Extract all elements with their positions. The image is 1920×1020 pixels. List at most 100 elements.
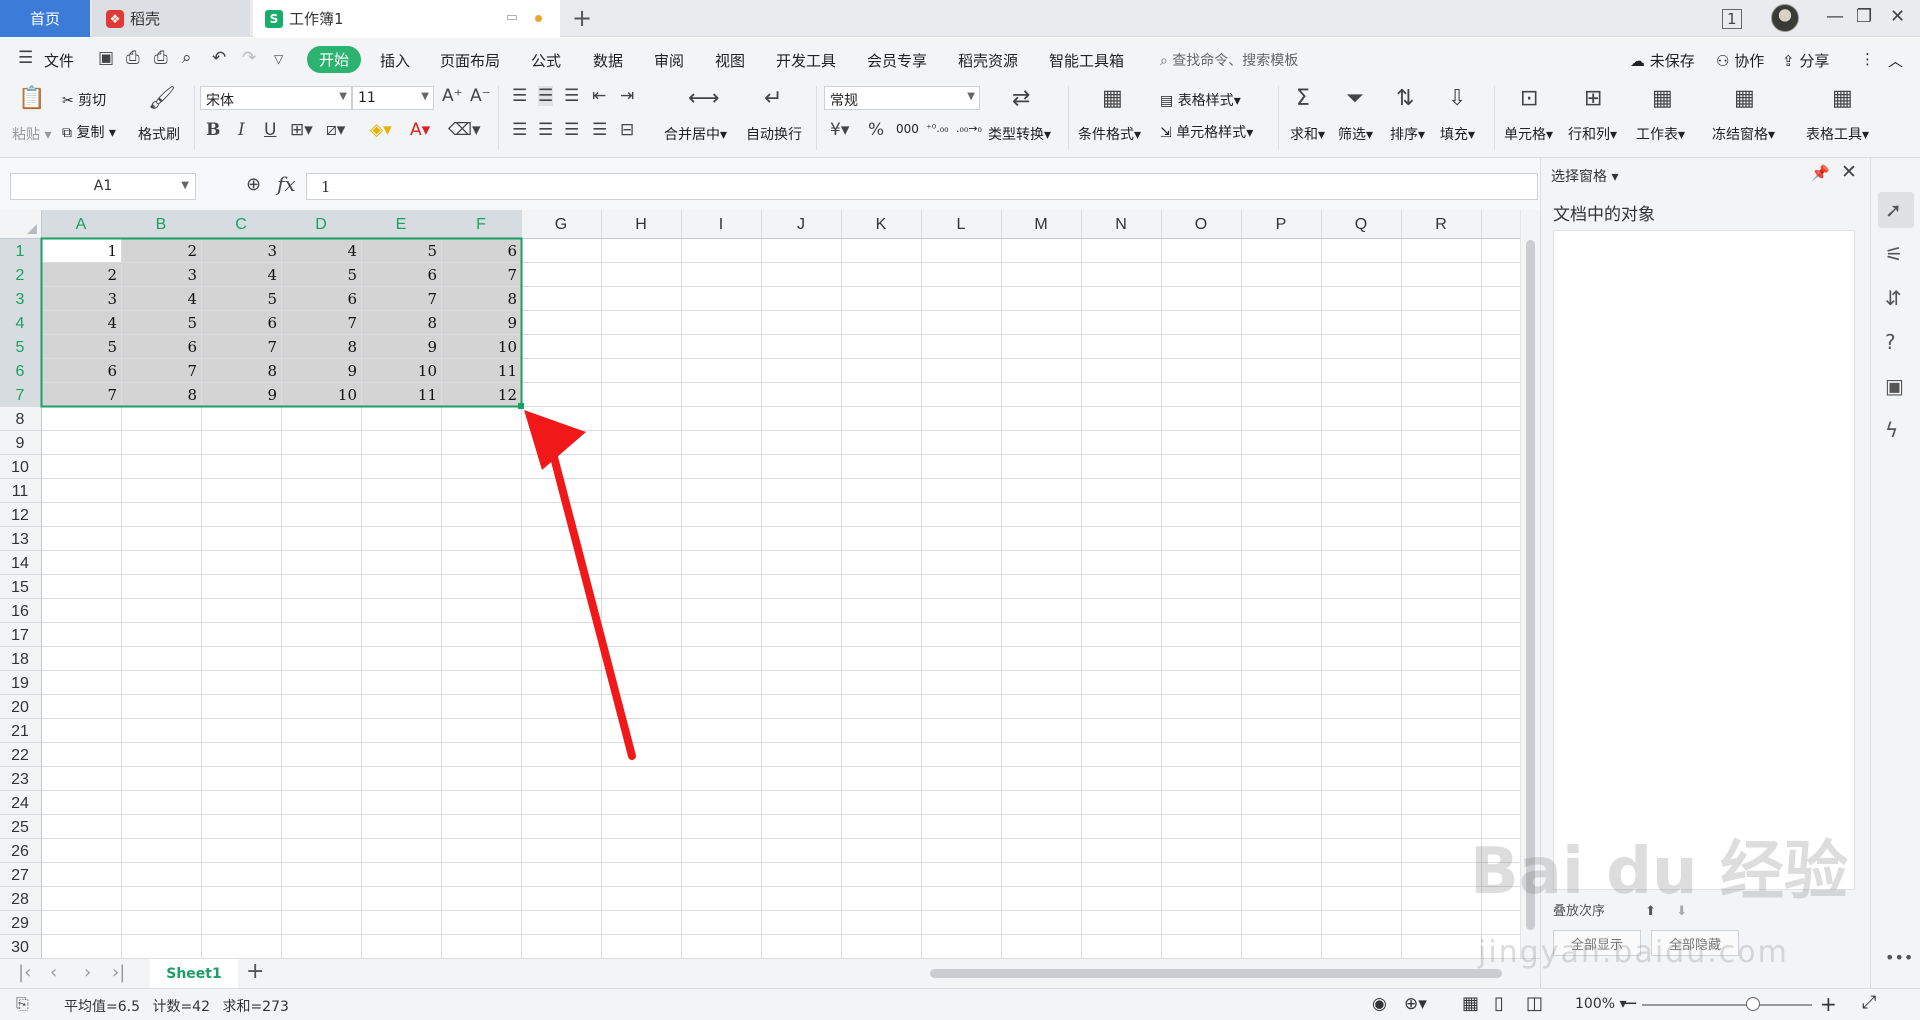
cell-F3[interactable]: 8 bbox=[507, 290, 517, 308]
first-sheet-icon[interactable]: |‹ bbox=[18, 962, 31, 983]
font-size-select[interactable]: 11 ▼ bbox=[352, 86, 434, 110]
last-sheet-icon[interactable]: ›| bbox=[112, 962, 125, 983]
paste-icon[interactable]: 📋 bbox=[18, 88, 45, 110]
column-header-Q[interactable]: Q bbox=[1355, 216, 1367, 233]
cell-F4[interactable]: 9 bbox=[507, 314, 517, 332]
cell-E2[interactable]: 6 bbox=[427, 266, 437, 284]
row-header-6[interactable]: 6 bbox=[16, 363, 25, 380]
share-button[interactable]: ⇪ 分享 bbox=[1782, 50, 1829, 71]
conditional-format-button[interactable]: 条件格式▾ bbox=[1078, 124, 1141, 144]
column-header-P[interactable]: P bbox=[1276, 216, 1287, 233]
menu-docer-resources[interactable]: 稻壳资源 bbox=[958, 50, 1018, 71]
type-convert-button[interactable]: 类型转换▾ bbox=[988, 124, 1051, 144]
column-header-C[interactable]: C bbox=[235, 216, 247, 233]
more-icon[interactable]: ⋮ bbox=[1860, 50, 1875, 68]
window-mode-icon[interactable]: 1 bbox=[1722, 9, 1742, 29]
quick-access-dropdown-icon[interactable]: ▽ bbox=[274, 52, 283, 66]
copy-button[interactable]: ⧉ 复制 ▾ bbox=[62, 122, 116, 142]
close-window-icon[interactable]: ✕ bbox=[1890, 6, 1905, 27]
column-header-M[interactable]: M bbox=[1034, 216, 1047, 233]
row-header-28[interactable]: 28 bbox=[11, 891, 29, 908]
row-header-18[interactable]: 18 bbox=[11, 651, 29, 668]
wrap-text-button[interactable]: 自动换行 bbox=[746, 124, 802, 144]
wrap-text-icon[interactable]: ↵ bbox=[764, 88, 782, 110]
zoom-slider[interactable] bbox=[1642, 1004, 1812, 1006]
row-header-22[interactable]: 22 bbox=[11, 747, 29, 764]
zoom-in-icon[interactable]: + bbox=[1820, 992, 1837, 1016]
cell-A7[interactable]: 7 bbox=[107, 386, 117, 404]
sort-icon[interactable]: ⇅ bbox=[1396, 88, 1414, 110]
more-options-icon[interactable]: ••• bbox=[1885, 948, 1913, 967]
increase-font-icon[interactable]: A⁺ bbox=[442, 86, 463, 106]
next-sheet-icon[interactable]: › bbox=[84, 962, 91, 983]
table-tools-icon[interactable]: ▦ bbox=[1832, 88, 1853, 110]
border-icon[interactable]: ⊞▾ bbox=[290, 120, 313, 140]
cell-E6[interactable]: 10 bbox=[418, 362, 437, 380]
decrease-font-icon[interactable]: A⁻ bbox=[470, 86, 491, 106]
cell-fill-pattern-icon[interactable]: ⧄▾ bbox=[326, 120, 345, 140]
freeze-panes-icon[interactable]: ▦ bbox=[1734, 88, 1755, 110]
column-header-D[interactable]: D bbox=[315, 216, 327, 233]
print-icon[interactable]: ⎙ bbox=[154, 48, 168, 68]
row-header-30[interactable]: 30 bbox=[11, 939, 29, 956]
cell-E4[interactable]: 8 bbox=[427, 314, 437, 332]
row-header-23[interactable]: 23 bbox=[11, 771, 29, 788]
decrease-decimal-icon[interactable]: .₀₀→₀ bbox=[956, 122, 982, 135]
sheet-tab-sheet1[interactable]: Sheet1 bbox=[150, 959, 238, 988]
table-style-button[interactable]: ▤ 表格样式▾ bbox=[1160, 90, 1241, 110]
worksheet-icon[interactable]: ▦ bbox=[1652, 88, 1673, 110]
input-method-icon[interactable]: ⊕▾ bbox=[1404, 994, 1427, 1014]
italic-button[interactable]: I bbox=[238, 120, 245, 140]
cell-D2[interactable]: 5 bbox=[347, 266, 357, 284]
menu-review[interactable]: 审阅 bbox=[654, 50, 684, 71]
cell-F1[interactable]: 6 bbox=[507, 242, 517, 260]
row-header-12[interactable]: 12 bbox=[11, 507, 29, 524]
column-header-I[interactable]: I bbox=[719, 216, 723, 233]
freeze-panes-button[interactable]: 冻结窗格▾ bbox=[1712, 124, 1775, 144]
row-header-11[interactable]: 11 bbox=[12, 483, 29, 500]
cell-C5[interactable]: 7 bbox=[267, 338, 277, 356]
font-color-icon[interactable]: A▾ bbox=[410, 120, 430, 140]
type-convert-icon[interactable]: ⇄ bbox=[1012, 88, 1030, 110]
restore-icon[interactable]: ❐ bbox=[1856, 6, 1872, 27]
cell-B5[interactable]: 6 bbox=[187, 338, 197, 356]
cell-button[interactable]: 单元格▾ bbox=[1504, 124, 1553, 144]
command-search[interactable]: ⌕ 查找命令、搜索模板 bbox=[1160, 50, 1298, 70]
sum-icon[interactable]: Σ bbox=[1296, 88, 1310, 110]
number-format-select[interactable]: 常规 ▼ bbox=[824, 86, 980, 110]
row-header-14[interactable]: 14 bbox=[11, 555, 29, 572]
row-header-3[interactable]: 3 bbox=[16, 291, 25, 308]
redo-icon[interactable]: ↷ bbox=[242, 48, 256, 68]
cell-F6[interactable]: 11 bbox=[498, 362, 517, 380]
tab-document[interactable]: S 工作簿1 ▭ bbox=[253, 0, 560, 37]
tab-home[interactable]: 首页 bbox=[0, 0, 90, 37]
cell-C3[interactable]: 5 bbox=[267, 290, 277, 308]
menu-formula[interactable]: 公式 bbox=[531, 50, 561, 71]
row-header-8[interactable]: 8 bbox=[16, 411, 25, 428]
cell-D1[interactable]: 4 bbox=[347, 242, 357, 260]
cell-D4[interactable]: 7 bbox=[347, 314, 357, 332]
row-header-25[interactable]: 25 bbox=[11, 819, 29, 836]
row-col-button[interactable]: 行和列▾ bbox=[1568, 124, 1617, 144]
row-header-13[interactable]: 13 bbox=[11, 531, 29, 548]
new-tab-button[interactable]: + bbox=[572, 4, 592, 32]
image-edit-icon[interactable]: ▣ bbox=[1885, 374, 1904, 398]
column-header-E[interactable]: E bbox=[396, 216, 407, 233]
align-middle-icon[interactable]: ☰ bbox=[538, 86, 554, 106]
column-header-N[interactable]: N bbox=[1115, 216, 1127, 233]
unsaved-button[interactable]: ☁ 未保存 bbox=[1630, 50, 1695, 71]
row-header-2[interactable]: 2 bbox=[16, 267, 25, 284]
cell-F5[interactable]: 10 bbox=[498, 338, 517, 356]
add-sheet-button[interactable]: + bbox=[246, 959, 264, 984]
cell-B2[interactable]: 3 bbox=[187, 266, 197, 284]
cell-B4[interactable]: 5 bbox=[187, 314, 197, 332]
page-layout-view-icon[interactable]: ▯ bbox=[1494, 993, 1504, 1014]
menu-insert[interactable]: 插入 bbox=[380, 50, 410, 71]
file-menu[interactable]: 文件 bbox=[44, 50, 74, 71]
cell-A6[interactable]: 6 bbox=[107, 362, 117, 380]
align-top-icon[interactable]: ☰ bbox=[512, 86, 527, 106]
cell-D6[interactable]: 9 bbox=[347, 362, 357, 380]
grid-canvas[interactable]: A B C D E F G H I J K L M N O P Q R1234567891011121314151… bbox=[0, 210, 1520, 958]
pin-icon[interactable]: 📌 bbox=[1811, 164, 1830, 182]
monitor-icon[interactable]: ▭ bbox=[506, 10, 518, 25]
